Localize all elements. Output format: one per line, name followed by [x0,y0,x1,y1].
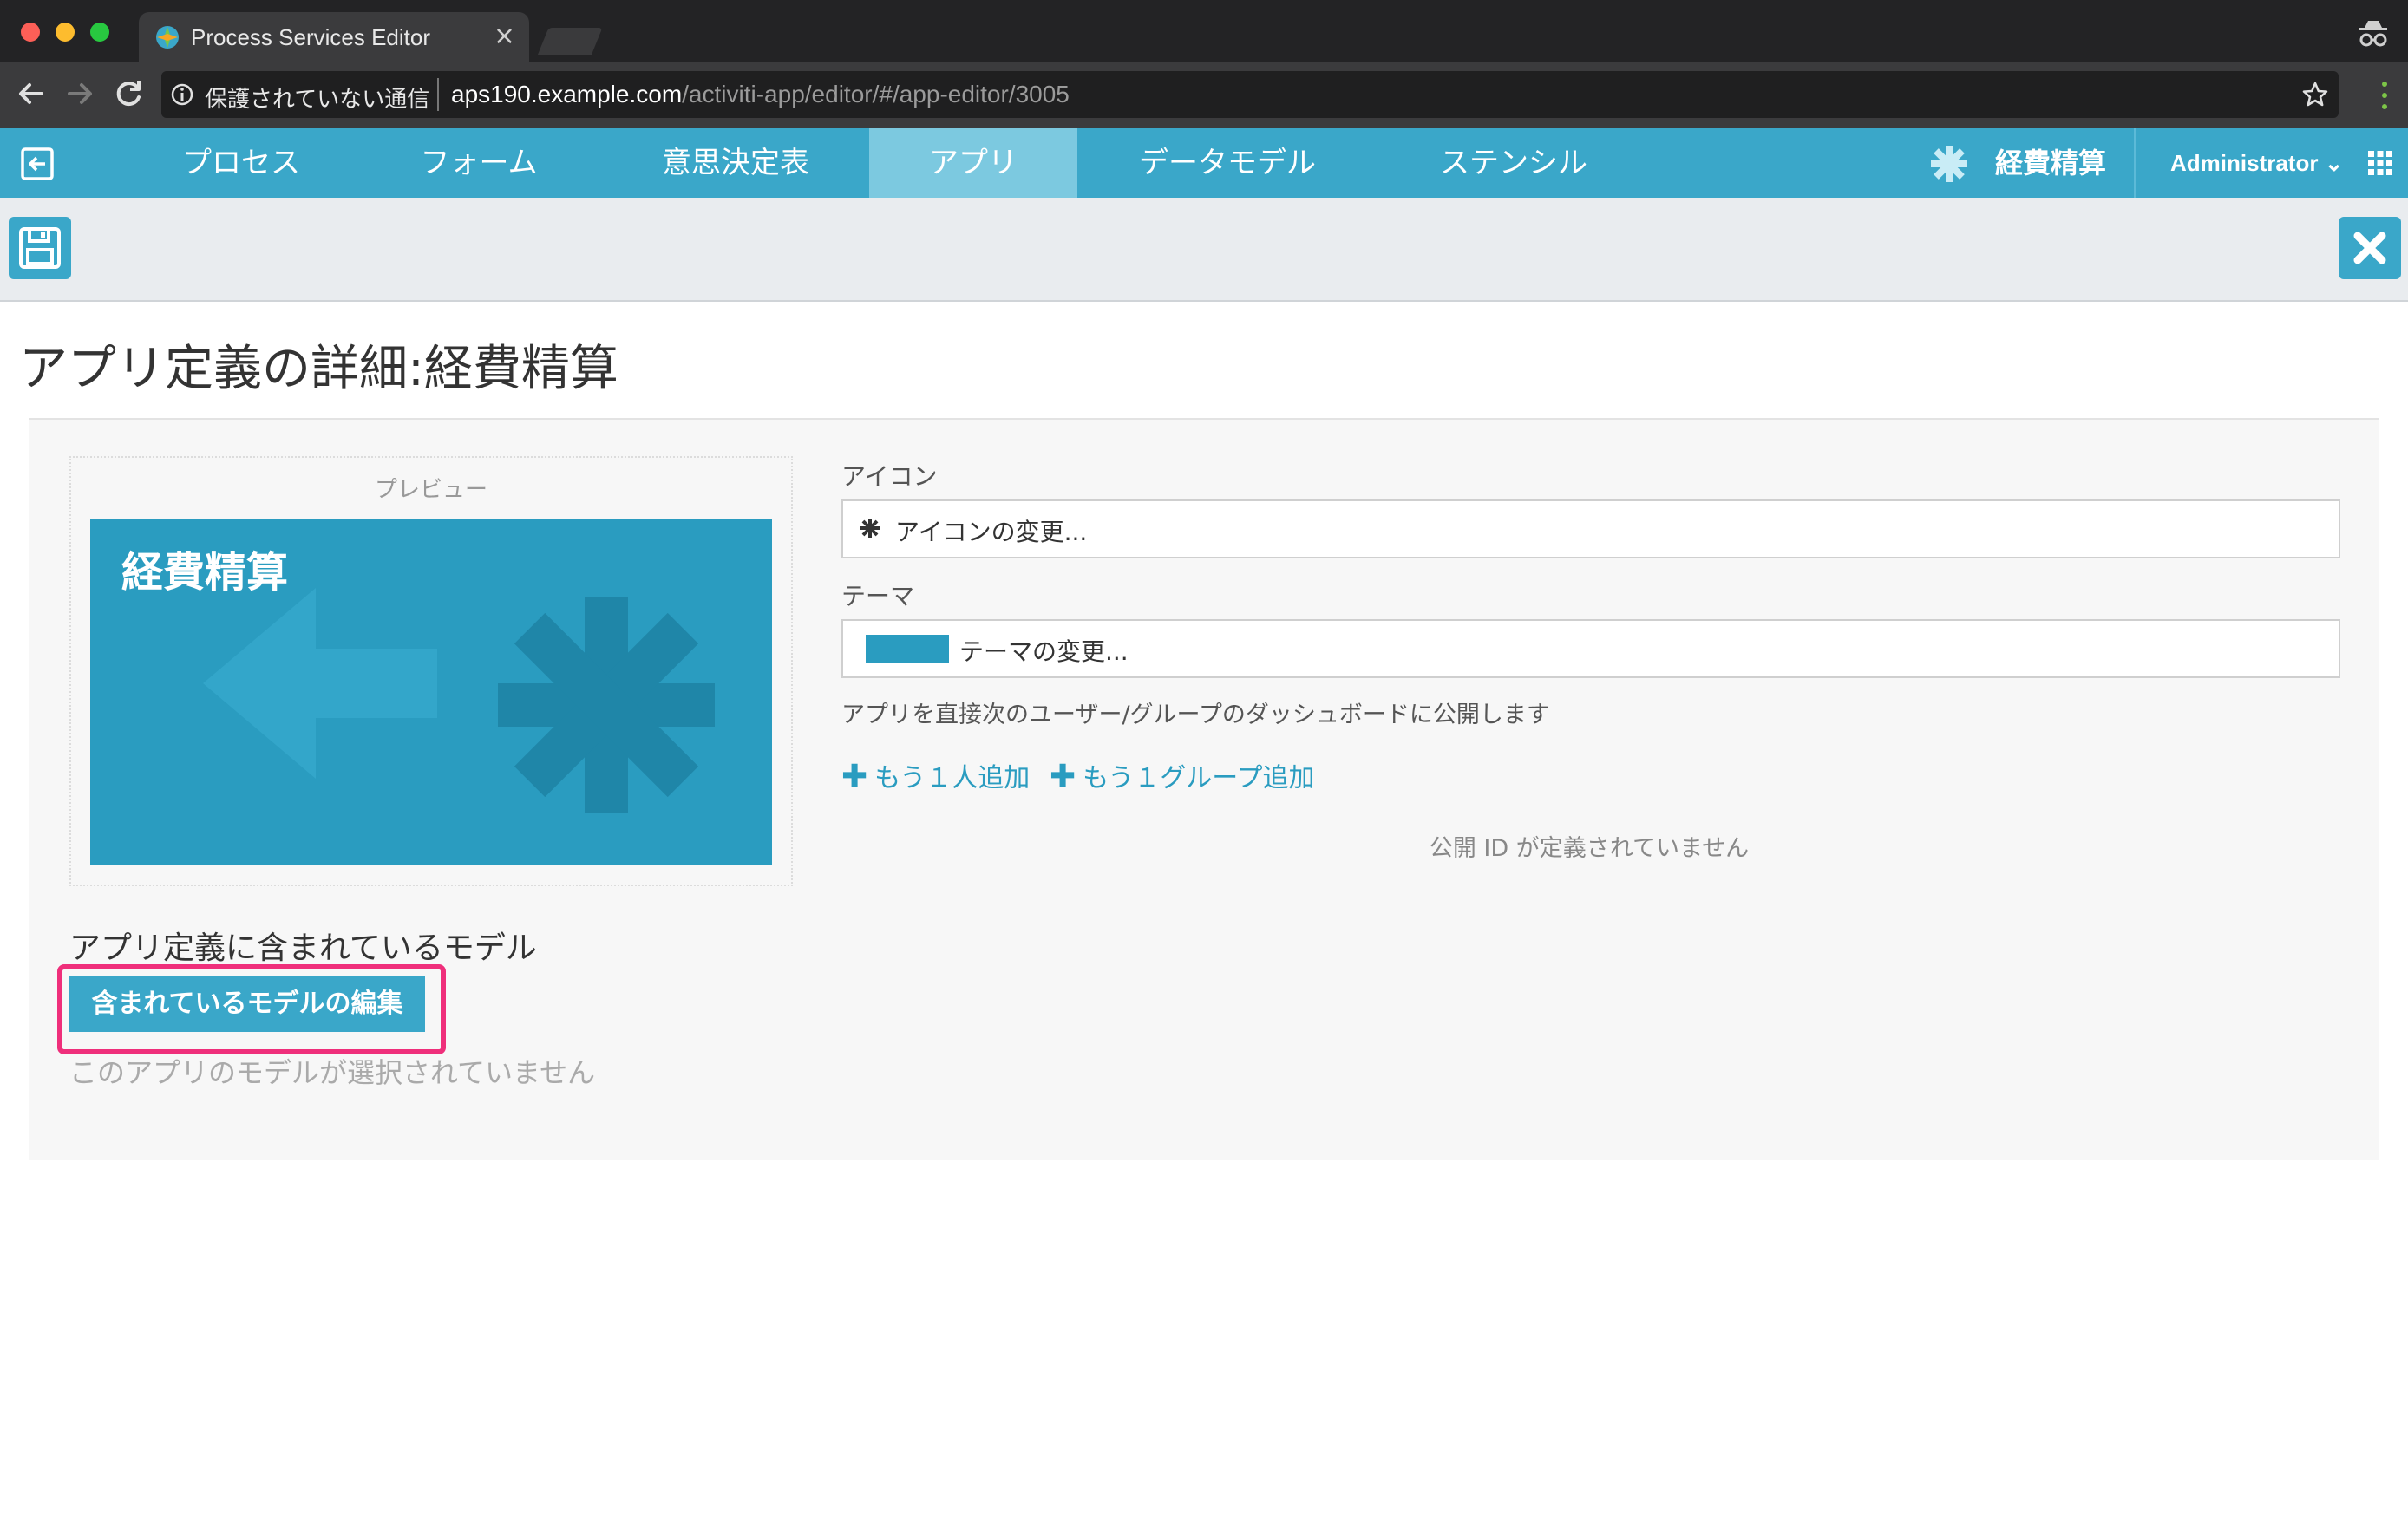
url-path: /activiti-app/editor/#/app-editor/3005 [682,81,1070,108]
tab-close-icon[interactable]: × [494,21,515,52]
theme-color-swatch [866,635,949,663]
current-app-name: 経費精算 [1995,147,2107,180]
tab-process[interactable]: プロセス [154,128,328,198]
back-to-apps-icon[interactable] [19,146,56,182]
close-icon [2353,232,2386,264]
preview-tile-title: 経費精算 [121,548,289,597]
add-user-label: もう１人追加 [874,763,1031,793]
bookmark-star-icon[interactable] [2300,80,2330,109]
publish-description: アプリを直接次のユーザー/グループのダッシュボードに公開します [841,702,1550,728]
window-minimize-dot[interactable] [56,23,75,42]
tab-decision-table[interactable]: 意思決定表 [640,128,831,198]
user-name: Administrator [2170,150,2319,176]
app-navbar: プロセス フォーム 意思決定表 アプリ データモデル ステンシル 経費精算 Ad… [0,128,2408,210]
browser-toolbar: 保護されていない通信 aps190.example.com/activiti-a… [0,62,2408,128]
edit-included-models-button[interactable]: 含まれているモデルの編集 [69,976,425,1032]
nav-divider [2134,128,2136,198]
browser-tab[interactable]: Process Services Editor × [139,12,529,62]
change-icon-text: アイコンの変更... [895,518,1088,546]
tab-app-label: アプリ [929,146,1018,180]
window-close-dot[interactable] [21,23,40,42]
close-editor-button[interactable] [2339,217,2401,279]
add-group-link[interactable]: ✚ もう１グループ追加 [1050,756,1314,794]
preview-label: プレビュー [374,477,487,503]
info-icon[interactable] [170,82,194,107]
preview-box: プレビュー 経費精算 [69,456,793,886]
window-maximize-dot[interactable] [90,23,109,42]
no-models-text: このアプリのモデルが選択されていません [69,1056,596,1089]
app-definition-panel: プレビュー 経費精算 アイコン アイコンの変更... テーマ テーマの変更...… [29,418,2379,1160]
change-icon-field[interactable]: アイコンの変更... [841,499,2340,558]
back-arrow-icon[interactable] [10,73,52,114]
insecure-connection-label: 保護されていない通信 [205,87,430,113]
tab-data-model[interactable]: データモデル [1128,128,1327,198]
save-button[interactable] [9,217,71,279]
no-public-id-text: 公開 ID が定義されていません [1429,835,1750,862]
new-tab-button[interactable] [537,28,603,55]
user-menu[interactable]: Administrator ⌄ [2170,128,2344,198]
tab-title: Process Services Editor [191,24,430,50]
url-separator [437,78,439,111]
chevron-down-icon: ⌄ [2324,150,2344,176]
apps-grid-icon[interactable] [2368,151,2392,175]
change-theme-field[interactable]: テーマの変更... [841,619,2340,678]
save-icon [19,227,61,269]
add-group-label: もう１グループ追加 [1083,763,1315,793]
add-user-link[interactable]: ✚ もう１人追加 [841,756,1030,794]
address-bar[interactable]: 保護されていない通信 aps190.example.com/activiti-a… [161,71,2339,118]
incognito-icon [2359,21,2387,47]
browser-menu-icon[interactable] [2380,80,2389,111]
tab-form[interactable]: フォーム [392,128,566,198]
change-theme-text: テーマの変更... [959,637,1129,666]
favicon-icon [156,26,179,49]
reload-icon[interactable] [108,73,149,114]
browser-titlebar: Process Services Editor × [0,0,2408,62]
url-text[interactable]: aps190.example.com/activiti-app/editor/#… [451,81,1070,108]
tab-app[interactable]: アプリ [869,128,1077,210]
plus-icon: ✚ [841,759,868,794]
asterisk-icon [860,519,880,538]
tab-stencil[interactable]: ステンシル [1423,128,1605,198]
models-heading: アプリ定義に含まれているモデル [69,930,537,966]
plus-icon: ✚ [1050,759,1076,794]
app-preview-tile: 経費精算 [90,519,772,865]
url-host: aps190.example.com [451,81,683,108]
icon-label: アイコン [841,462,938,491]
asterisk-icon [1931,146,1967,182]
forward-arrow-icon[interactable] [59,73,101,114]
editor-toolbar [0,198,2408,302]
theme-label: テーマ [841,582,915,610]
page-title: アプリ定義の詳細:経費精算 [19,341,618,397]
